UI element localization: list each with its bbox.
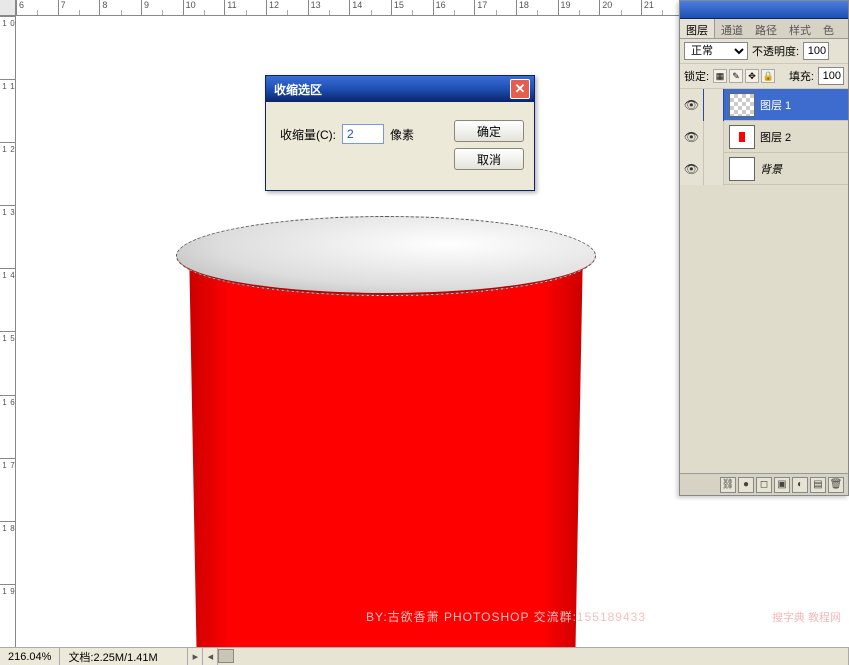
layer-item[interactable]: 👁 图层 2 xyxy=(680,121,848,153)
watermark-site: 搜字典 教程网 xyxy=(772,609,841,625)
ruler-tick: 11 xyxy=(224,0,266,15)
ruler-tick: 18 xyxy=(516,0,558,15)
horizontal-scrollbar[interactable] xyxy=(218,648,849,665)
contract-selection-dialog: 收缩选区 ✕ 收缩量(C): 像素 确定 取消 xyxy=(265,75,535,191)
scroll-left-arrow[interactable]: ◂ xyxy=(203,648,218,665)
ruler-tick: 14 xyxy=(0,268,15,331)
layer-name: 图层 1 xyxy=(760,97,791,113)
visibility-toggle[interactable]: 👁 xyxy=(680,121,704,153)
ruler-tick: 19 xyxy=(558,0,600,15)
ruler-tick: 7 xyxy=(58,0,100,15)
close-button[interactable]: ✕ xyxy=(510,79,530,99)
ruler-tick: 20 xyxy=(599,0,641,15)
ruler-tick: 12 xyxy=(0,142,15,205)
ruler-tick: 13 xyxy=(0,205,15,268)
ok-button[interactable]: 确定 xyxy=(454,120,524,142)
status-menu-arrow[interactable]: ▸ xyxy=(188,648,203,665)
layer-mask-icon[interactable]: ◻ xyxy=(756,477,772,493)
layer-style-icon[interactable]: ● xyxy=(738,477,754,493)
ruler-tick: 13 xyxy=(308,0,350,15)
lock-position-icon[interactable]: ✥ xyxy=(745,69,759,83)
layer-link-cell[interactable] xyxy=(704,89,724,121)
fill-input[interactable] xyxy=(818,67,844,85)
status-bar: 216.04% 文档:2.25M/1.41M ▸ ◂ xyxy=(0,647,849,665)
dialog-titlebar[interactable]: 收缩选区 ✕ xyxy=(266,76,534,102)
ruler-tick: 14 xyxy=(349,0,391,15)
ruler-tick: 10 xyxy=(0,16,15,79)
new-group-icon[interactable]: ▣ xyxy=(774,477,790,493)
ruler-tick: 10 xyxy=(183,0,225,15)
delete-layer-icon[interactable]: 🗑 xyxy=(828,477,844,493)
lock-all-icon[interactable]: 🔒 xyxy=(761,69,775,83)
ruler-tick: 21 xyxy=(641,0,683,15)
amount-label: 收缩量(C): xyxy=(280,126,336,143)
ruler-tick: 18 xyxy=(0,521,15,584)
layer-item[interactable]: 👁 背景 xyxy=(680,153,848,185)
cup-body xyxy=(181,256,591,647)
ruler-tick: 16 xyxy=(433,0,475,15)
panel-tabs: 图层通道路径样式色 xyxy=(680,19,848,39)
ruler-tick: 16 xyxy=(0,395,15,458)
lock-paint-icon[interactable]: ✎ xyxy=(729,69,743,83)
layer-item[interactable]: 👁 图层 1 xyxy=(680,89,848,121)
layer-list: 👁 图层 1 👁 图层 2 👁 背景 xyxy=(680,89,848,473)
layer-link-cell[interactable] xyxy=(704,121,724,153)
layer-name: 背景 xyxy=(760,161,782,177)
panel-tab[interactable]: 图层 xyxy=(680,19,715,38)
ruler-tick: 11 xyxy=(0,79,15,142)
ruler-tick: 12 xyxy=(266,0,308,15)
panel-tab[interactable]: 色 xyxy=(817,19,840,38)
layer-thumbnail xyxy=(729,157,755,181)
ruler-tick: 17 xyxy=(0,458,15,521)
visibility-toggle[interactable]: 👁 xyxy=(680,89,704,121)
panel-footer: ⛓ ● ◻ ▣ ◐ ▤ 🗑 xyxy=(680,473,848,495)
scroll-thumb[interactable] xyxy=(218,649,234,663)
new-layer-icon[interactable]: ▤ xyxy=(810,477,826,493)
unit-label: 像素 xyxy=(390,126,414,143)
opacity-label: 不透明度: xyxy=(752,43,799,59)
blend-mode-select[interactable]: 正常 xyxy=(684,42,748,60)
dialog-title-text: 收缩选区 xyxy=(274,81,322,98)
ruler-tick: 15 xyxy=(391,0,433,15)
lock-transparency-icon[interactable]: ▦ xyxy=(713,69,727,83)
lock-label: 锁定: xyxy=(684,68,709,84)
watermark-text: BY:古欲香萧 PHOTOSHOP 交流群:155189433 xyxy=(366,608,646,625)
layer-thumbnail xyxy=(729,125,755,149)
visibility-toggle[interactable]: 👁 xyxy=(680,153,704,185)
fill-label: 填充: xyxy=(789,68,814,84)
cup-artwork xyxy=(176,216,596,647)
cancel-button[interactable]: 取消 xyxy=(454,148,524,170)
layer-thumbnail xyxy=(729,93,755,117)
ruler-tick: 8 xyxy=(99,0,141,15)
cup-rim-selection xyxy=(176,216,596,296)
ruler-tick: 6 xyxy=(16,0,58,15)
ruler-tick: 9 xyxy=(141,0,183,15)
panel-titlebar[interactable] xyxy=(680,1,848,19)
panel-tab[interactable]: 通道 xyxy=(715,19,749,38)
layer-link-cell[interactable] xyxy=(704,153,724,185)
panel-tab[interactable]: 样式 xyxy=(783,19,817,38)
document-size[interactable]: 文档:2.25M/1.41M xyxy=(60,648,188,665)
amount-input[interactable] xyxy=(342,124,384,144)
ruler-tick: 19 xyxy=(0,584,15,647)
zoom-level[interactable]: 216.04% xyxy=(0,648,60,665)
ruler-tick: 17 xyxy=(474,0,516,15)
layer-name: 图层 2 xyxy=(760,129,791,145)
opacity-input[interactable] xyxy=(803,42,829,60)
ruler-corner xyxy=(0,0,16,16)
ruler-tick: 15 xyxy=(0,331,15,394)
vertical-ruler: 10111213141516171819 xyxy=(0,16,16,647)
layers-panel: 图层通道路径样式色 正常 不透明度: 锁定: ▦ ✎ ✥ 🔒 填充: 👁 图层 1… xyxy=(679,0,849,496)
panel-tab[interactable]: 路径 xyxy=(749,19,783,38)
adjustment-layer-icon[interactable]: ◐ xyxy=(792,477,808,493)
link-layers-icon[interactable]: ⛓ xyxy=(720,477,736,493)
